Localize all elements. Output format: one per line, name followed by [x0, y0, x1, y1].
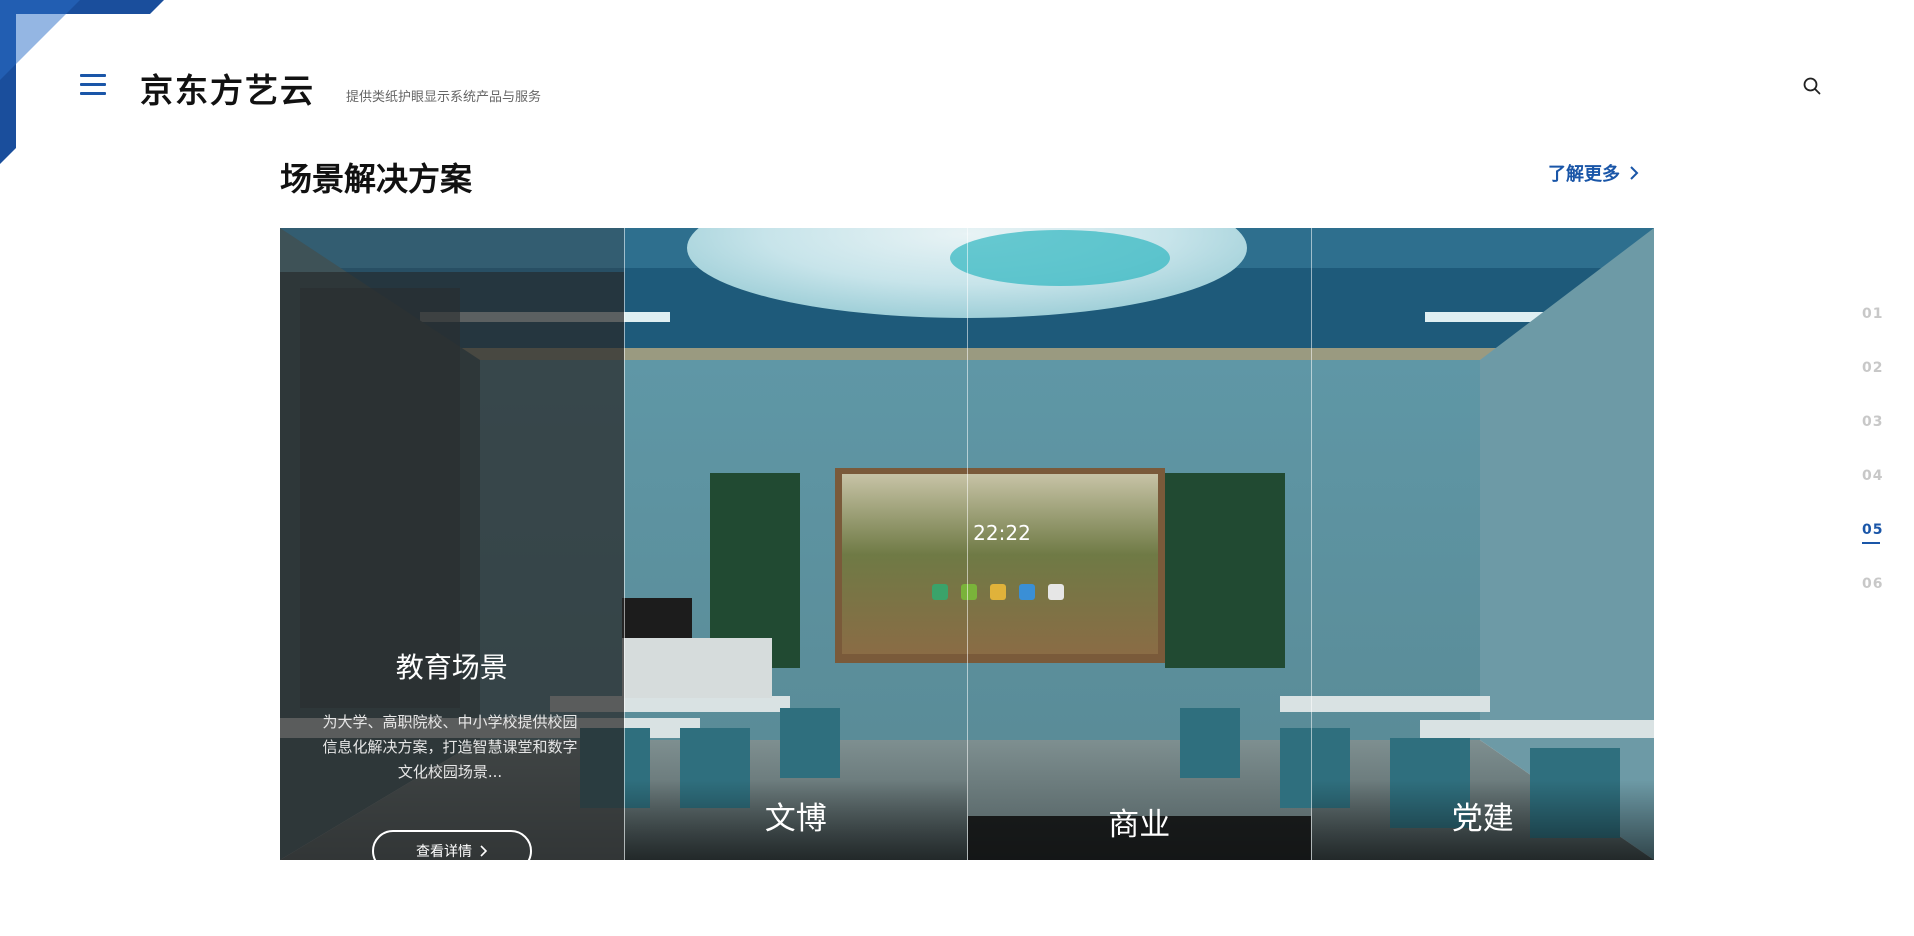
section-pager: 01 02 03 04 05 06 [1862, 306, 1892, 630]
active-scene-title: 教育场景 [395, 651, 508, 684]
scene-tab-party-building[interactable]: 党建 [1310, 228, 1654, 860]
learn-more-label: 了解更多 [1548, 164, 1620, 185]
site-tagline: 提供类纸护眼显示系统产品与服务 [346, 90, 542, 105]
section-title: 场景解决方案 [280, 160, 473, 198]
scene-tab-museum[interactable]: 文博 [623, 228, 967, 860]
scene-tab-label: 商业 [1108, 807, 1171, 843]
hamburger-icon [80, 74, 106, 77]
scene-banner: 22:22 教育场景 为大学、高职院校、中小学校提供校园信息化解决方案，打造智慧… [280, 228, 1654, 860]
active-scene-description: 为大学、高职院校、中小学校提供校园信息化解决方案，打造智慧课堂和数字文化校园场景… [322, 713, 578, 781]
menu-button[interactable] [80, 74, 108, 96]
pager-item-04[interactable]: 04 [1862, 468, 1892, 522]
scene-tab-education[interactable]: 教育场景 为大学、高职院校、中小学校提供校园信息化解决方案，打造智慧课堂和数字文… [280, 228, 624, 860]
scene-tab-commerce[interactable]: 商业 [967, 228, 1311, 860]
chevron-right-icon [1630, 166, 1639, 180]
pager-item-05[interactable]: 05 [1862, 522, 1892, 576]
scene-tab-label: 文博 [764, 801, 827, 837]
search-button[interactable] [1802, 76, 1822, 96]
chevron-right-icon [480, 845, 488, 857]
view-details-label: 查看详情 [416, 844, 472, 860]
pager-item-01[interactable]: 01 [1862, 306, 1892, 360]
view-details-button[interactable]: 查看详情 [372, 830, 532, 860]
pager-item-03[interactable]: 03 [1862, 414, 1892, 468]
pager-item-06[interactable]: 06 [1862, 576, 1892, 630]
scene-tab-label: 党建 [1451, 801, 1514, 837]
pager-item-02[interactable]: 02 [1862, 360, 1892, 414]
search-icon [1803, 77, 1821, 95]
site-logo[interactable]: 京东方艺云 [140, 64, 315, 112]
learn-more-link[interactable]: 了解更多 [1548, 160, 1640, 186]
